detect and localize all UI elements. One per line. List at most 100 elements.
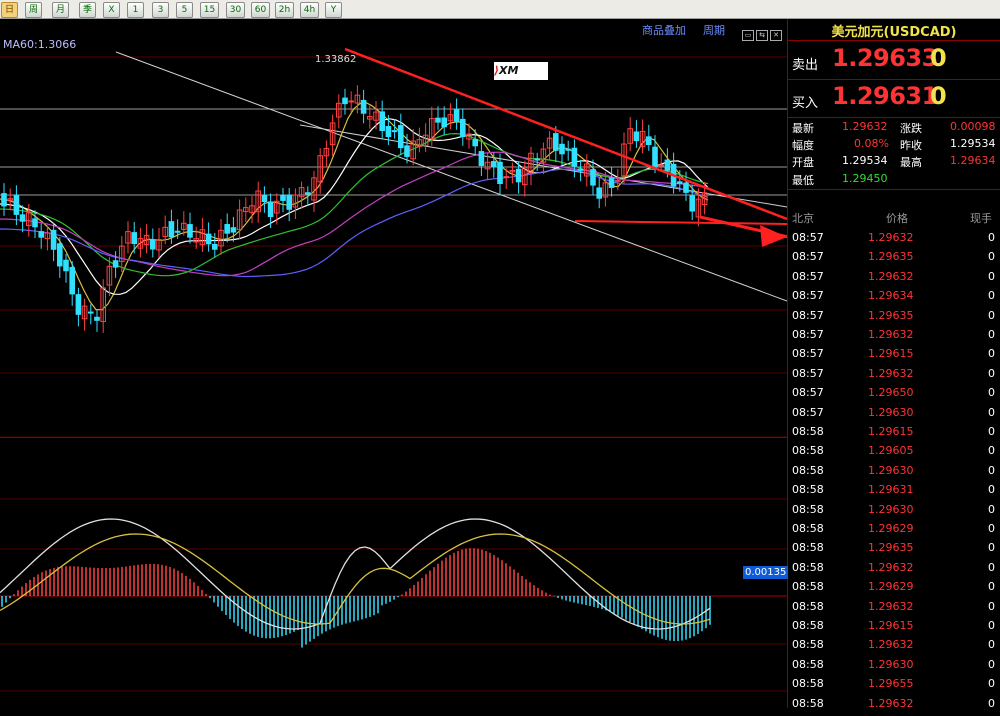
tick-row: 08:57 1.29634 0 bbox=[788, 289, 1000, 308]
candle-body bbox=[88, 311, 94, 314]
support-line bbox=[574, 220, 787, 225]
tick-volume: 0 bbox=[988, 463, 995, 477]
divider bbox=[788, 40, 1000, 41]
period-button-3[interactable]: 季 bbox=[79, 2, 96, 18]
candle-body bbox=[224, 224, 230, 234]
tick-time: 08:58 bbox=[792, 444, 824, 458]
period-button-1[interactable]: 周 bbox=[25, 2, 42, 18]
period-button-2[interactable]: 月 bbox=[52, 2, 69, 18]
tick-volume: 0 bbox=[988, 657, 995, 671]
open-label: 开盘 bbox=[792, 156, 814, 169]
candle-body bbox=[69, 266, 76, 295]
quote-panel: 美元加元(USDCAD) 卖出 1.29633 0 买入 1.29631 0 最… bbox=[788, 19, 1000, 710]
tick-volume-header: 现手 bbox=[970, 212, 992, 225]
close-icon[interactable]: ✕ bbox=[770, 30, 782, 41]
tick-time: 08:57 bbox=[792, 328, 824, 341]
tick-row: 08:58 1.29615 0 bbox=[788, 619, 1000, 638]
tick-time: 08:57 bbox=[792, 250, 824, 264]
candle-body bbox=[230, 227, 237, 233]
period-button-11[interactable]: 2h bbox=[275, 2, 294, 18]
tick-row: 08:58 1.29629 0 bbox=[788, 522, 1000, 541]
arrow-head bbox=[760, 225, 787, 247]
tick-volume: 0 bbox=[988, 599, 995, 613]
candlestick-chart[interactable] bbox=[0, 19, 787, 708]
amplitude-label: 幅度 bbox=[792, 139, 814, 152]
tick-price: 1.29632 bbox=[868, 599, 914, 613]
buy-price[interactable]: 1.29631 bbox=[832, 82, 938, 110]
resistance-trendline bbox=[344, 47, 787, 221]
macd-value-tag: 0.00135 bbox=[743, 566, 789, 579]
period-button-10[interactable]: 60 bbox=[251, 2, 270, 18]
candle-body bbox=[63, 259, 69, 272]
period-button-4[interactable]: X bbox=[103, 2, 120, 18]
tick-time: 08:58 bbox=[792, 638, 824, 652]
tick-price-header: 价格 bbox=[886, 212, 908, 225]
latest-label: 最新 bbox=[792, 122, 814, 135]
tick-volume: 0 bbox=[988, 289, 995, 303]
period-link[interactable]: 周期 bbox=[703, 22, 725, 38]
open-value: 1.29534 bbox=[842, 154, 888, 167]
tick-price: 1.29650 bbox=[868, 386, 914, 400]
tick-time: 08:58 bbox=[792, 522, 824, 535]
tick-time: 08:57 bbox=[792, 405, 824, 419]
candle-body bbox=[497, 161, 503, 185]
candle-body bbox=[267, 201, 274, 218]
period-button-6[interactable]: 3 bbox=[152, 2, 169, 18]
candle-body bbox=[261, 194, 268, 203]
tick-row: 08:57 1.29632 0 bbox=[788, 367, 1000, 386]
tick-volume: 0 bbox=[988, 522, 995, 535]
candle-body bbox=[342, 97, 348, 105]
candle-body bbox=[453, 109, 460, 122]
sell-price[interactable]: 1.29633 bbox=[832, 44, 938, 72]
restore-icon[interactable]: ▭ bbox=[742, 30, 754, 41]
candle-body bbox=[404, 145, 410, 157]
overlay-link[interactable]: 商品叠加 bbox=[642, 22, 686, 38]
chart-area[interactable] bbox=[0, 19, 787, 708]
ma60-label: MA60:1.3066 bbox=[3, 38, 77, 51]
tick-time: 08:58 bbox=[792, 502, 824, 516]
tick-time: 08:58 bbox=[792, 560, 824, 574]
tick-time: 08:57 bbox=[792, 347, 824, 361]
tick-time: 08:58 bbox=[792, 619, 824, 632]
candle-body bbox=[385, 126, 392, 138]
candle-body bbox=[212, 243, 218, 250]
tick-row: 08:58 1.29630 0 bbox=[788, 503, 1000, 522]
tick-time: 08:57 bbox=[792, 366, 824, 380]
tick-time: 08:57 bbox=[792, 386, 824, 400]
tick-price: 1.29635 bbox=[868, 541, 914, 555]
candle-body bbox=[646, 136, 652, 146]
tick-volume: 0 bbox=[988, 444, 995, 458]
tick-time: 08:57 bbox=[792, 289, 824, 303]
divider bbox=[788, 117, 1000, 118]
candle-body bbox=[559, 143, 565, 155]
swap-icon[interactable]: ⇆ bbox=[756, 30, 768, 41]
period-button-7[interactable]: 5 bbox=[176, 2, 193, 18]
tick-volume: 0 bbox=[988, 677, 995, 691]
tick-time: 08:57 bbox=[792, 231, 824, 244]
divider bbox=[788, 79, 1000, 80]
candle-body bbox=[131, 232, 137, 245]
tick-time: 08:57 bbox=[792, 308, 824, 322]
tick-price: 1.29655 bbox=[868, 677, 914, 691]
tick-volume: 0 bbox=[988, 366, 995, 380]
tick-volume: 0 bbox=[988, 425, 995, 438]
period-button-13[interactable]: Y bbox=[325, 2, 342, 18]
tick-volume: 0 bbox=[988, 405, 995, 419]
moving-average-line bbox=[0, 168, 709, 278]
period-button-8[interactable]: 15 bbox=[200, 2, 219, 18]
tick-row: 08:58 1.29632 0 bbox=[788, 561, 1000, 580]
period-button-0[interactable]: 日 bbox=[1, 2, 18, 18]
period-button-9[interactable]: 30 bbox=[226, 2, 245, 18]
candle-body bbox=[305, 192, 311, 195]
candle-body bbox=[280, 194, 286, 201]
period-button-12[interactable]: 4h bbox=[300, 2, 319, 18]
tick-volume: 0 bbox=[988, 483, 995, 497]
window-controls: ▭ ⇆ ✕ bbox=[742, 22, 784, 41]
candle-body bbox=[683, 182, 689, 193]
candle-body bbox=[112, 260, 119, 268]
candle-body bbox=[205, 233, 212, 245]
tick-price: 1.29632 bbox=[868, 231, 914, 244]
candle-body bbox=[596, 187, 603, 199]
period-button-5[interactable]: 1 bbox=[127, 2, 144, 18]
tick-volume: 0 bbox=[988, 231, 995, 244]
